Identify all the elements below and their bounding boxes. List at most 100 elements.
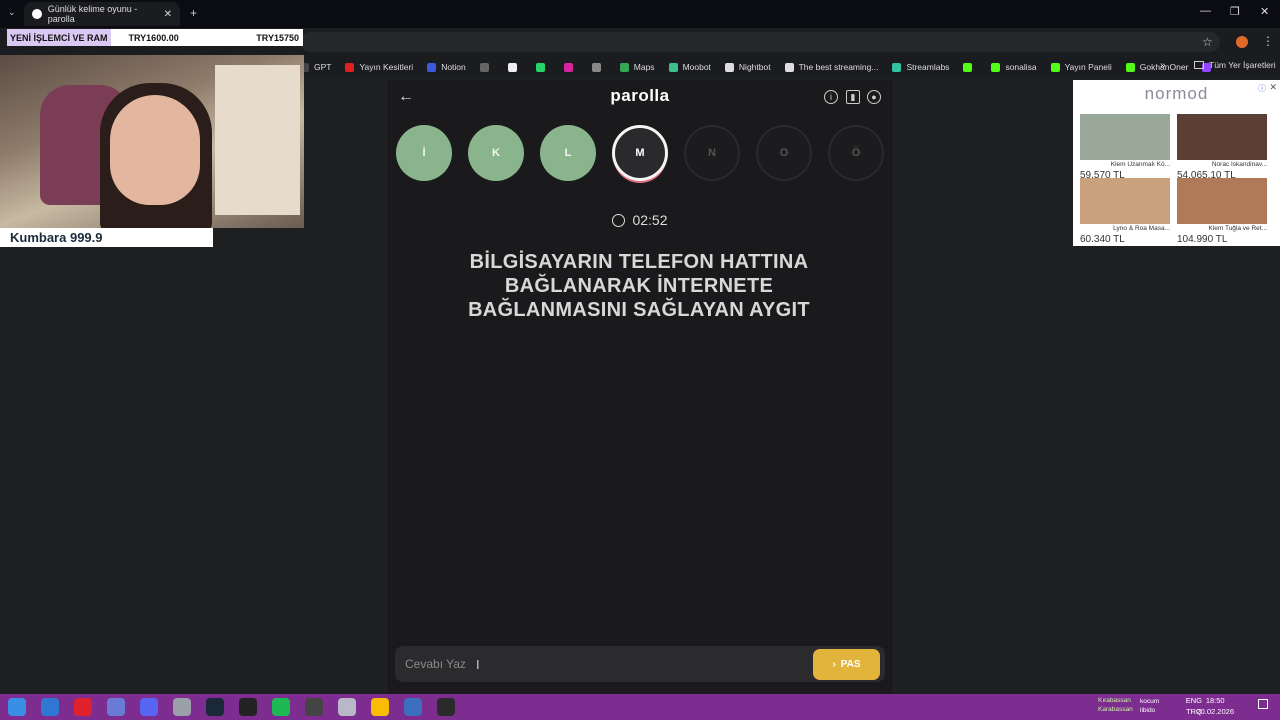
- letter-circle-done: K: [468, 125, 524, 181]
- bookmark-item[interactable]: GPT: [300, 62, 331, 72]
- stats-icon[interactable]: ▮: [846, 90, 860, 104]
- omnibox[interactable]: [300, 32, 1220, 52]
- bookmark-item[interactable]: The best streaming...: [784, 62, 878, 72]
- bookmark-item[interactable]: Nightbot: [724, 62, 771, 72]
- close-window-icon[interactable]: ✕: [1260, 5, 1269, 18]
- letter-circle-done: İ: [396, 125, 452, 181]
- bookmark-favicon-icon: [427, 62, 437, 72]
- bookmark-label: Moobot: [682, 62, 711, 72]
- product-name: Klem Uzanmalı Kö...: [1110, 161, 1170, 168]
- bookmark-favicon-icon: [991, 62, 1001, 72]
- bookmark-label: Nightbot: [738, 62, 771, 72]
- taskbar-app-icon[interactable]: [338, 698, 356, 716]
- taskbar-app-icon[interactable]: [140, 698, 158, 716]
- bookmark-label: GPT: [314, 62, 332, 72]
- ad-product[interactable]: Klem Uzanmalı Kö... 59.570 TL: [1080, 114, 1170, 181]
- browser-tab[interactable]: Günlük kelime oyunu - parolla ✕: [24, 2, 180, 26]
- donation-ticker: YENİ İŞLEMCİ VE RAM TRY1600.00 TRY15750: [7, 29, 303, 46]
- bookmark-item[interactable]: [963, 62, 977, 72]
- ad-product[interactable]: Lyno & Roa Masa... 60.340 TL: [1080, 178, 1170, 245]
- notification-icon[interactable]: [1258, 699, 1268, 709]
- bookmark-favicon-icon: [563, 62, 573, 72]
- bookmark-item[interactable]: Streamlabs: [892, 62, 949, 72]
- bookmark-item[interactable]: [563, 62, 578, 72]
- ad-product[interactable]: Norac Iskandinav... 54.065,10 TL: [1177, 114, 1267, 181]
- ad-close-icon[interactable]: ✕: [1269, 82, 1277, 93]
- bookmark-item[interactable]: Maps: [619, 62, 655, 72]
- clock-time: 18:50: [1205, 696, 1225, 705]
- bookmark-label: Maps: [633, 62, 655, 72]
- folder-icon: [1194, 61, 1204, 69]
- bookmark-favicon-icon: [784, 62, 794, 72]
- taskbar-app-icon[interactable]: [371, 698, 389, 716]
- system-clock[interactable]: 18:50 20.02.2026: [1196, 695, 1234, 717]
- ad-product[interactable]: Klem Tuğla ve Ret... 104.990 TL: [1177, 178, 1267, 245]
- profile-avatar-icon[interactable]: [1236, 36, 1248, 48]
- info-icon[interactable]: i: [824, 90, 838, 104]
- new-tab-button[interactable]: +: [190, 6, 197, 20]
- answer-input[interactable]: Cevabı Yaz I: [395, 646, 885, 682]
- bookmark-label: sonalisa: [1005, 62, 1037, 72]
- bookmark-item[interactable]: [591, 62, 606, 72]
- taskbar-app-icon[interactable]: [305, 698, 323, 716]
- bookmark-favicon-icon: [479, 62, 489, 72]
- tray-text-2: Karabassan: [1098, 706, 1133, 713]
- tab-close-icon[interactable]: ✕: [164, 9, 172, 20]
- taskbar-app-icon[interactable]: [272, 698, 290, 716]
- ad-info-icon[interactable]: ⓘ: [1258, 83, 1266, 94]
- bookmark-item[interactable]: [535, 62, 550, 72]
- bookmark-favicon-icon: [619, 62, 629, 72]
- bookmarks-overflow-icon[interactable]: »: [1160, 60, 1166, 71]
- restore-icon[interactable]: ❐: [1230, 5, 1240, 18]
- bookmark-favicon-icon: [535, 62, 545, 72]
- bookmark-item[interactable]: [479, 62, 494, 72]
- taskbar-app-icon[interactable]: [239, 698, 257, 716]
- back-arrow-icon[interactable]: ←: [398, 88, 414, 106]
- product-image: [1080, 178, 1170, 224]
- taskbar-app-icon[interactable]: [173, 698, 191, 716]
- taskbar-app-icon[interactable]: [206, 698, 224, 716]
- product-price: 60.340 TL: [1080, 234, 1125, 245]
- answer-placeholder: Cevabı Yaz: [405, 657, 466, 671]
- bookmark-favicon-icon: [591, 62, 601, 72]
- browser-menu-icon[interactable]: ⋮: [1262, 34, 1274, 48]
- bookmark-item[interactable]: GokhanOner: [1125, 62, 1188, 72]
- bookmark-item[interactable]: [507, 62, 522, 72]
- clock-date: 20.02.2026: [1196, 707, 1234, 716]
- all-bookmarks-button[interactable]: Tüm Yer İşaretleri: [1194, 60, 1276, 70]
- bookmark-favicon-icon: [1050, 62, 1060, 72]
- taskbar-app-icon[interactable]: [41, 698, 59, 716]
- pass-button[interactable]: › PAS: [813, 649, 880, 680]
- profile-icon[interactable]: ●: [867, 90, 881, 104]
- question-text: BİLGİSAYARIN TELEFON HATTINA BAĞLANARAK …: [468, 251, 810, 321]
- taskbar-app-icon[interactable]: [404, 698, 422, 716]
- tab-title: Günlük kelime oyunu - parolla: [47, 4, 138, 24]
- webcam-shelf: [215, 65, 300, 215]
- minimize-icon[interactable]: —: [1200, 5, 1211, 17]
- taskbar-app-icon[interactable]: [8, 698, 26, 716]
- bookmark-item[interactable]: Yayın Kesitleri: [345, 62, 413, 72]
- letter-circle-pending: Ö: [828, 125, 884, 181]
- bookmark-star-icon[interactable]: ☆: [1202, 35, 1213, 49]
- bookmark-favicon-icon: [892, 62, 902, 72]
- ticker-current: TRY1600.00: [128, 32, 179, 43]
- taskbar-app-icon[interactable]: [107, 698, 125, 716]
- timer: 02:52: [600, 212, 680, 228]
- tab-search-chevron-icon[interactable]: ⌄: [8, 7, 16, 18]
- bookmark-label: Streamlabs: [906, 62, 950, 72]
- bookmark-item[interactable]: Notion: [427, 62, 466, 72]
- bookmark-item[interactable]: Yayın Paneli: [1050, 62, 1112, 72]
- product-name: Lyno & Roa Masa...: [1113, 225, 1170, 232]
- taskbar-app-icon[interactable]: [74, 698, 92, 716]
- bookmark-item[interactable]: Moobot: [668, 62, 711, 72]
- bookmark-label: Notion: [441, 62, 466, 72]
- product-name: Norac Iskandinav...: [1211, 161, 1267, 168]
- all-bookmarks-label: Tüm Yer İşaretleri: [1209, 60, 1276, 70]
- tray-text-3: kocum libido: [1140, 698, 1160, 714]
- webcam-person-face: [110, 95, 200, 205]
- ad-banner[interactable]: normod ⓘ ✕ Klem Uzanmalı Kö... 59.570 TL N…: [1073, 80, 1280, 246]
- bookmark-favicon-icon: [724, 62, 734, 72]
- bookmark-item[interactable]: sonalisa: [991, 62, 1037, 72]
- taskbar-app-icon[interactable]: [437, 698, 455, 716]
- tab-favicon-icon: [32, 9, 42, 19]
